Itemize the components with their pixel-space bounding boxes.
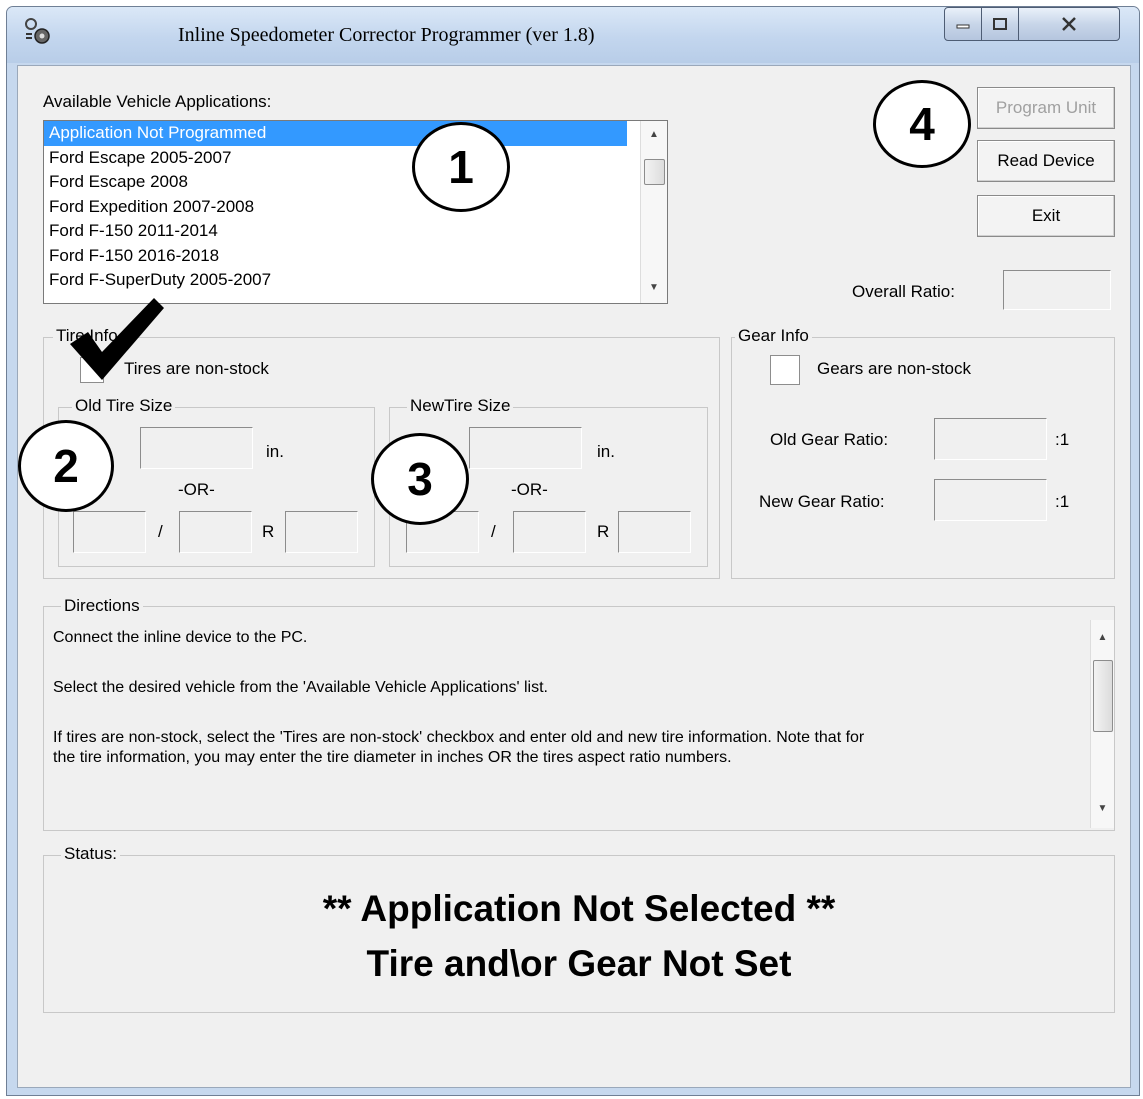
new-gear-ratio-input[interactable] [934, 479, 1047, 521]
status-group [43, 855, 1115, 1013]
maximize-button[interactable] [981, 7, 1019, 41]
directions-line-3: If tires are non-stock, select the 'Tire… [53, 729, 865, 746]
exit-button[interactable]: Exit [977, 195, 1115, 237]
callout-4: 4 [873, 80, 971, 168]
close-button[interactable] [1018, 7, 1120, 41]
applications-label: Available Vehicle Applications: [43, 92, 272, 111]
overall-ratio-label: Overall Ratio: [852, 282, 955, 301]
scroll-up-icon[interactable]: ▲ [1091, 632, 1114, 643]
old-tire-size-legend: Old Tire Size [72, 396, 176, 416]
minimize-button[interactable] [944, 7, 982, 41]
scroll-down-icon[interactable]: ▼ [641, 282, 667, 293]
directions-line-4: the tire information, you may enter the … [53, 749, 732, 766]
list-item[interactable]: Ford F-SuperDuty 2005-2007 [44, 268, 667, 293]
minimize-icon [956, 24, 970, 29]
status-line-2: Tire and\or Gear Not Set [366, 943, 792, 984]
old-tire-r-label: R [262, 522, 275, 541]
old-tire-width-input[interactable] [73, 511, 146, 553]
callout-1: 1 [412, 122, 510, 212]
overall-ratio-field [1003, 270, 1111, 310]
program-unit-button[interactable]: Program Unit [977, 87, 1115, 129]
scroll-up-icon[interactable]: ▲ [641, 129, 667, 140]
old-tire-or-label: -OR- [178, 480, 215, 499]
new-tire-r-label: R [597, 522, 610, 541]
new-gear-ratio-label: New Gear Ratio: [759, 492, 885, 511]
list-item[interactable]: Ford F-150 2016-2018 [44, 244, 667, 269]
directions-scrollbar[interactable]: ▲ ▼ [1090, 620, 1114, 828]
list-item[interactable]: Ford Expedition 2007-2008 [44, 195, 667, 220]
old-tire-slash: / [158, 522, 163, 541]
old-gear-ratio-input[interactable] [934, 418, 1047, 460]
scroll-thumb[interactable] [644, 159, 665, 185]
old-gear-ratio-suffix: :1 [1055, 430, 1070, 449]
directions-line-1: Connect the inline device to the PC. [53, 629, 308, 646]
new-tire-slash: / [491, 522, 496, 541]
old-gear-ratio-label: Old Gear Ratio: [770, 430, 889, 449]
status-legend: Status: [61, 844, 120, 864]
new-tire-diameter-input[interactable] [469, 427, 582, 469]
read-device-button[interactable]: Read Device [977, 140, 1115, 182]
new-gear-ratio-suffix: :1 [1055, 492, 1070, 511]
app-gear-icon [22, 16, 52, 46]
gears-non-stock-checkbox[interactable] [770, 355, 800, 385]
new-tire-aspect-input[interactable] [513, 511, 586, 553]
scroll-thumb[interactable] [1093, 660, 1113, 732]
applications-listbox[interactable]: Application Not Programmed Ford Escape 2… [43, 120, 668, 304]
new-tire-size-legend: NewTire Size [407, 396, 514, 416]
directions-legend: Directions [61, 596, 143, 616]
directions-line-2: Select the desired vehicle from the 'Ava… [53, 679, 548, 696]
list-item[interactable]: Application Not Programmed [44, 121, 627, 146]
maximize-icon [993, 18, 1007, 30]
callout-3: 3 [371, 433, 469, 525]
new-tire-or-label: -OR- [511, 480, 548, 499]
applications-scrollbar[interactable]: ▲ ▼ [640, 121, 667, 303]
new-tire-in-label: in. [597, 442, 615, 461]
old-tire-in-label: in. [266, 442, 284, 461]
checkmark-icon [66, 296, 166, 386]
window-title: Inline Speedometer Corrector Programmer … [178, 24, 595, 46]
list-item[interactable]: Ford F-150 2011-2014 [44, 219, 667, 244]
gear-info-legend: Gear Info [735, 326, 812, 346]
old-tire-rim-input[interactable] [285, 511, 358, 553]
status-line-1: ** Application Not Selected ** [322, 888, 836, 929]
old-tire-diameter-input[interactable] [140, 427, 253, 469]
list-item[interactable]: Ford Escape 2005-2007 [44, 146, 667, 171]
new-tire-rim-input[interactable] [618, 511, 691, 553]
list-item[interactable]: Ford Escape 2008 [44, 170, 667, 195]
scroll-down-icon[interactable]: ▼ [1091, 803, 1114, 814]
gears-non-stock-label: Gears are non-stock [817, 359, 972, 378]
close-icon [1062, 17, 1076, 31]
old-tire-aspect-input[interactable] [179, 511, 252, 553]
callout-2: 2 [18, 420, 114, 512]
